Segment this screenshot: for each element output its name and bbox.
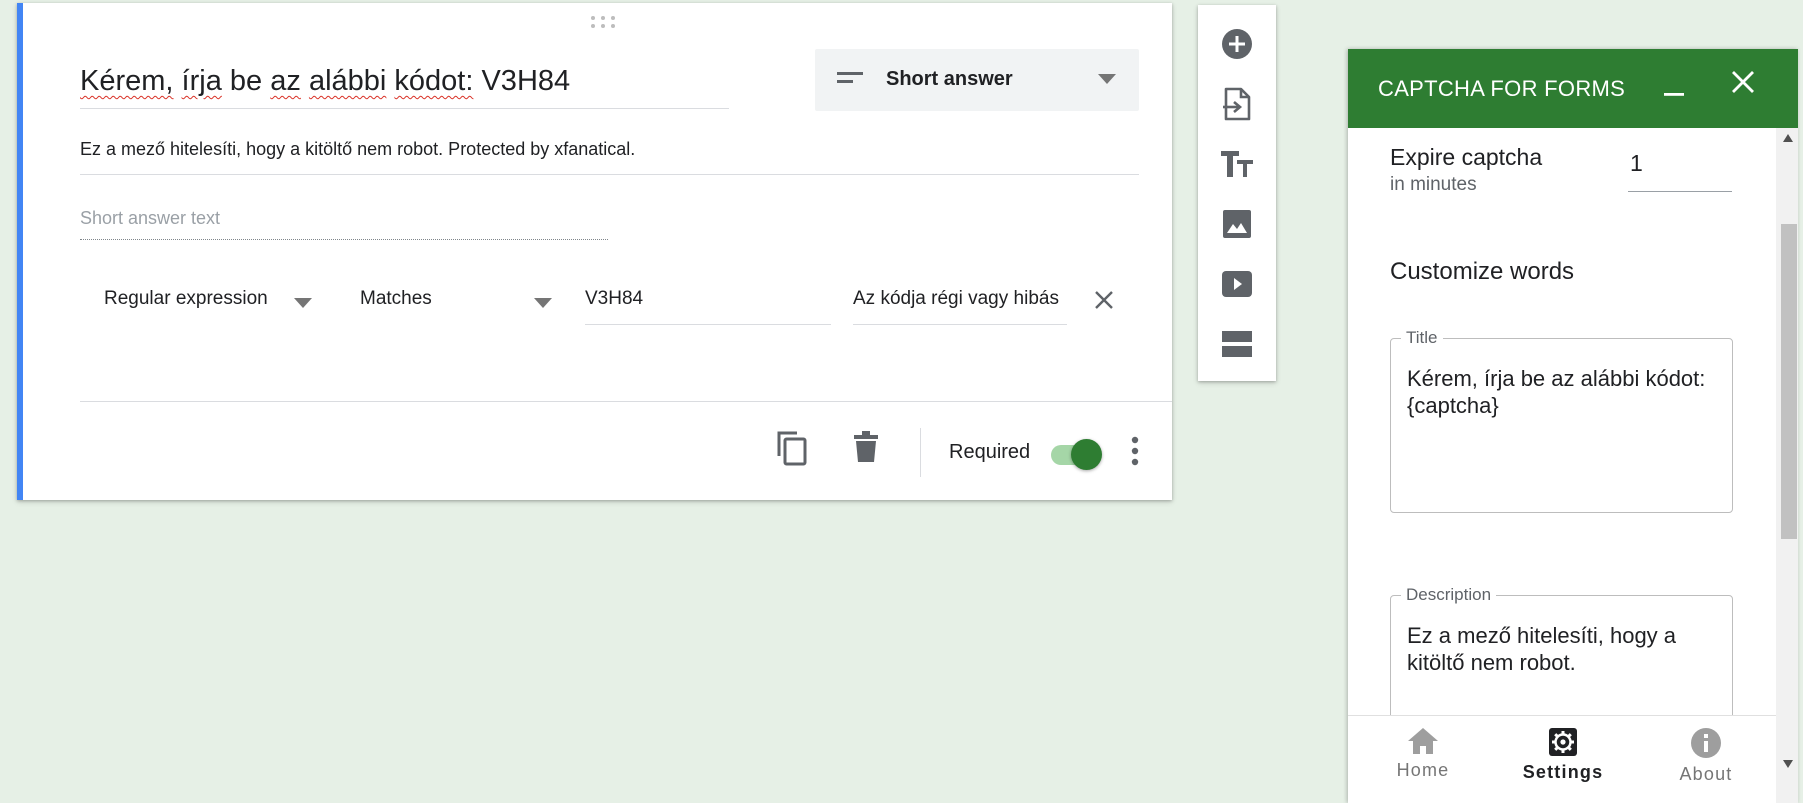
validation-condition-label: Matches bbox=[360, 288, 432, 309]
title-word: Kérem, bbox=[80, 65, 174, 97]
bottom-navigation: Home Settings About bbox=[1348, 715, 1776, 803]
nav-settings[interactable]: Settings bbox=[1493, 728, 1633, 798]
minimize-icon[interactable] bbox=[1662, 73, 1686, 97]
title-textarea[interactable]: Title Kérem, írja be az alábbi kódot: {c… bbox=[1390, 328, 1733, 513]
panel-body: Expire captcha in minutes 1 Customize wo… bbox=[1348, 128, 1798, 763]
panel-scrollbar[interactable] bbox=[1776, 128, 1798, 803]
expire-captcha-sublabel: in minutes bbox=[1390, 174, 1477, 195]
description-field-value: Ez a mező hitelesíti, hogy a kitöltő nem… bbox=[1407, 623, 1677, 675]
drag-handle-icon[interactable] bbox=[590, 15, 616, 29]
nav-settings-label: Settings bbox=[1522, 762, 1604, 782]
import-questions-button[interactable] bbox=[1219, 86, 1255, 122]
short-text-icon bbox=[837, 72, 863, 83]
title-word: az bbox=[270, 65, 301, 97]
chevron-down-icon bbox=[534, 298, 552, 308]
remove-validation-close-icon[interactable] bbox=[1093, 289, 1115, 311]
question-title-input[interactable]: Kérem, írja be az alábbi kódot: V3H84 bbox=[80, 65, 729, 109]
info-icon bbox=[1691, 728, 1721, 758]
title-field-legend: Title bbox=[1401, 328, 1443, 348]
expire-minutes-input[interactable]: 1 bbox=[1628, 150, 1732, 192]
duplicate-icon[interactable] bbox=[776, 430, 808, 466]
nav-home[interactable]: Home bbox=[1353, 728, 1493, 798]
question-type-label: Short answer bbox=[886, 68, 1013, 90]
validation-error-text-input[interactable]: Az kódja régi vagy hibás bbox=[853, 288, 1067, 325]
add-section-button[interactable] bbox=[1219, 326, 1255, 362]
add-title-icon bbox=[1221, 151, 1253, 177]
panel-header: CAPTCHA FOR FORMS bbox=[1348, 49, 1798, 128]
delete-icon[interactable] bbox=[854, 431, 878, 463]
add-video-icon bbox=[1222, 271, 1252, 297]
chevron-down-icon bbox=[1098, 74, 1116, 84]
description-field-legend: Description bbox=[1401, 585, 1497, 605]
add-title-button[interactable] bbox=[1219, 146, 1255, 182]
card-divider bbox=[80, 401, 1172, 402]
question-description-input[interactable]: Ez a mező hitelesíti, hogy a kitöltő nem… bbox=[80, 139, 1139, 175]
question-type-select[interactable]: Short answer bbox=[815, 49, 1139, 111]
customize-words-heading: Customize words bbox=[1390, 258, 1575, 285]
import-questions-icon bbox=[1223, 87, 1251, 121]
expire-captcha-label: Expire captcha bbox=[1390, 144, 1543, 170]
add-items-toolbar bbox=[1198, 5, 1276, 381]
title-word: kódot: bbox=[394, 65, 474, 97]
nav-about[interactable]: About bbox=[1636, 728, 1776, 798]
toggle-knob bbox=[1071, 439, 1102, 470]
add-question-button[interactable] bbox=[1219, 26, 1255, 62]
footer-separator bbox=[920, 428, 921, 477]
settings-gear-icon bbox=[1549, 728, 1577, 756]
more-options-icon[interactable] bbox=[1130, 436, 1140, 466]
home-icon bbox=[1408, 728, 1438, 754]
title-word: alábbi bbox=[308, 65, 387, 97]
add-section-icon bbox=[1222, 331, 1252, 357]
close-icon[interactable] bbox=[1730, 69, 1756, 95]
title-word: V3H84 bbox=[481, 65, 571, 97]
captcha-panel: CAPTCHA FOR FORMS Expire captcha in minu… bbox=[1348, 49, 1798, 803]
nav-home-label: Home bbox=[1396, 760, 1450, 780]
add-question-icon bbox=[1222, 29, 1252, 59]
panel-title: CAPTCHA FOR FORMS bbox=[1378, 76, 1626, 101]
answer-placeholder: Short answer text bbox=[80, 208, 608, 240]
title-field-value: Kérem, írja be az alábbi kódot: {captcha… bbox=[1407, 366, 1706, 418]
scroll-down-arrow-icon[interactable] bbox=[1783, 760, 1793, 768]
chevron-down-icon bbox=[294, 298, 312, 308]
add-video-button[interactable] bbox=[1219, 266, 1255, 302]
scrollbar-thumb[interactable] bbox=[1781, 224, 1797, 539]
question-card[interactable]: Kérem, írja be az alábbi kódot: V3H84 Sh… bbox=[17, 3, 1172, 500]
nav-about-label: About bbox=[1679, 764, 1733, 784]
validation-condition-select[interactable]: Matches bbox=[360, 288, 560, 310]
scroll-up-arrow-icon[interactable] bbox=[1783, 134, 1793, 142]
add-image-icon bbox=[1223, 210, 1251, 238]
title-word: írja bbox=[181, 65, 222, 97]
validation-type-select[interactable]: Regular expression bbox=[104, 288, 324, 310]
validation-type-label: Regular expression bbox=[104, 288, 268, 309]
required-toggle[interactable] bbox=[1047, 439, 1103, 470]
add-image-button[interactable] bbox=[1219, 206, 1255, 242]
validation-pattern-input[interactable]: V3H84 bbox=[585, 288, 831, 325]
required-label: Required bbox=[949, 441, 1031, 463]
title-word: be bbox=[229, 65, 263, 97]
